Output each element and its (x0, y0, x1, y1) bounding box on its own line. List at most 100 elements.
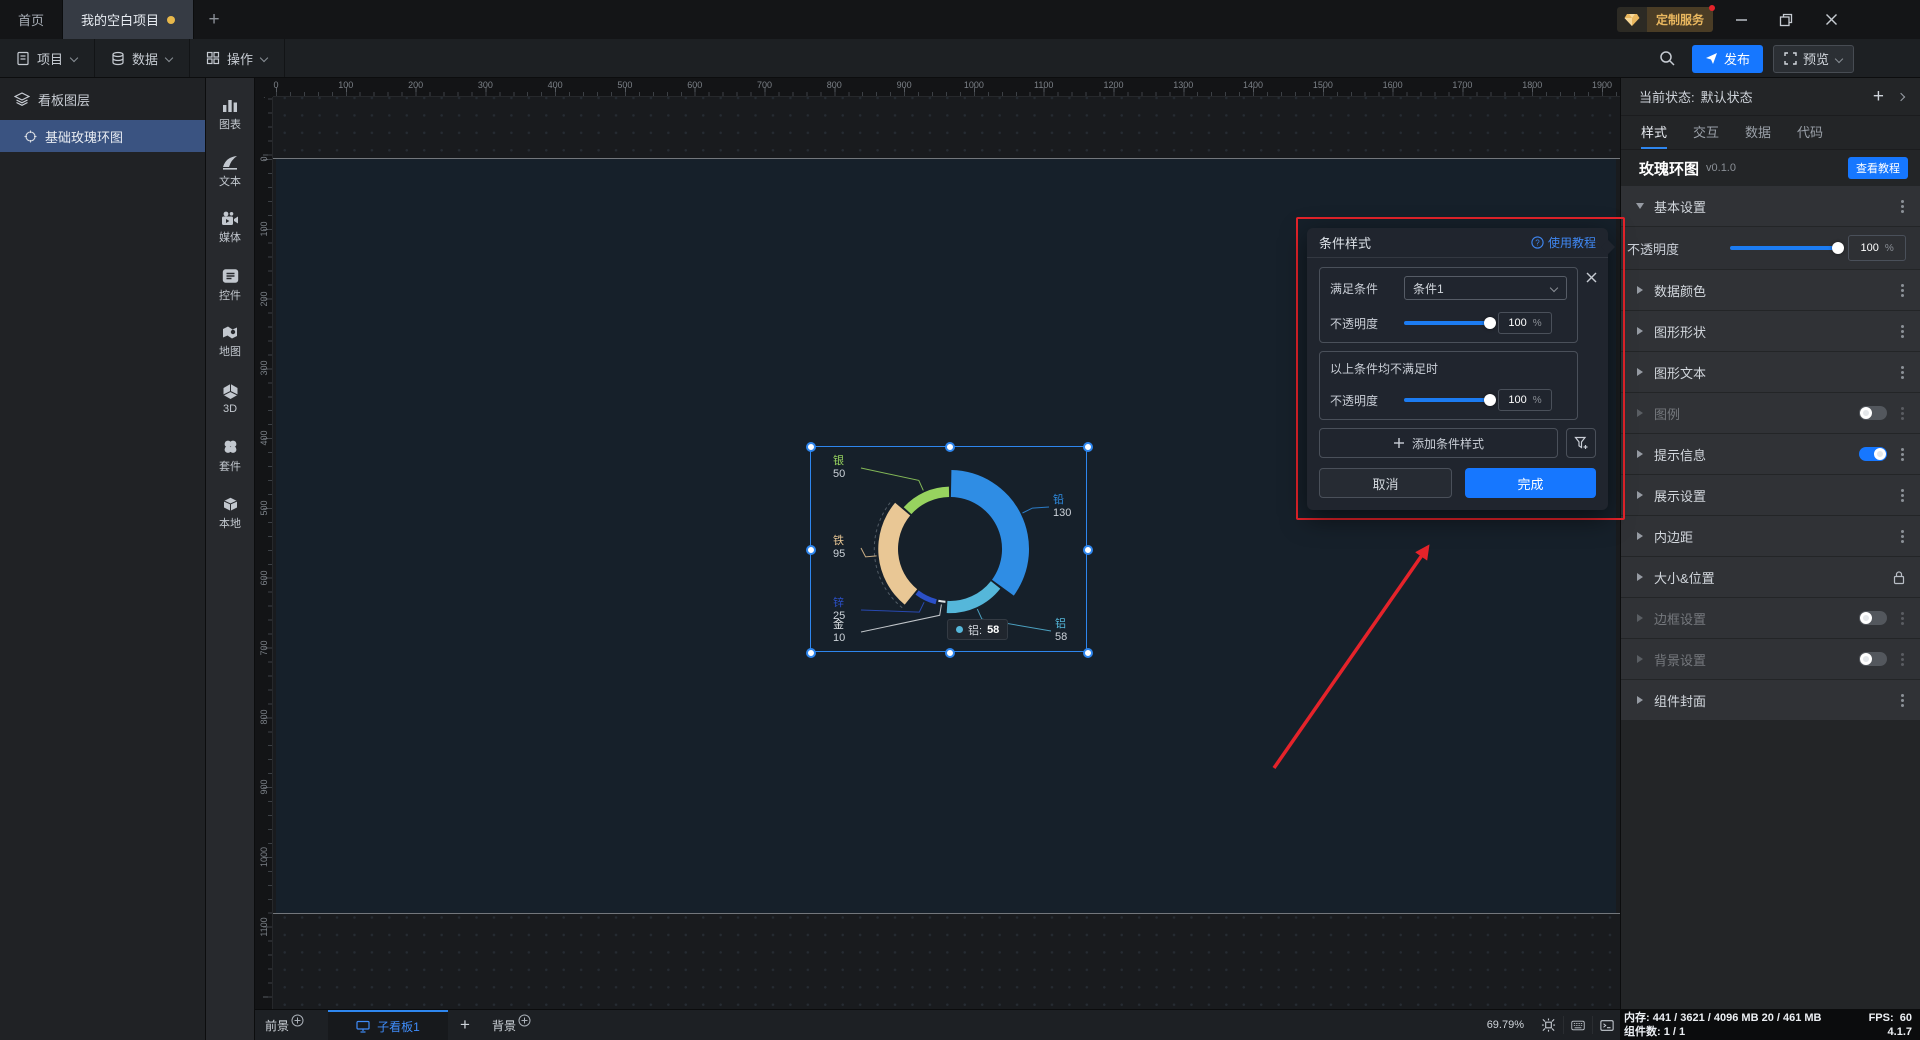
menu-project[interactable]: 项目 (0, 39, 95, 77)
tab-project[interactable]: 我的空白项目 (63, 0, 194, 39)
preview-button[interactable]: 预览 (1773, 45, 1854, 73)
window-minimize-button[interactable] (1719, 0, 1763, 39)
toolbox-item-5[interactable]: 地图 (206, 316, 254, 368)
chevron-collapsed-icon[interactable] (1637, 491, 1643, 499)
selection-handle[interactable] (806, 545, 816, 555)
settings-section-8[interactable]: 内边距 (1621, 516, 1920, 556)
settings-section-12[interactable]: 组件封面 (1621, 680, 1920, 720)
section-toggle-off[interactable] (1859, 611, 1887, 625)
selection-handle[interactable] (945, 648, 955, 658)
selection-handle[interactable] (945, 442, 955, 452)
toolbox-item-8[interactable]: 本地 (206, 487, 254, 539)
selection-handle[interactable] (1083, 648, 1093, 658)
selection-handle[interactable] (806, 648, 816, 658)
shortcut-keys-button[interactable] (1563, 1016, 1585, 1034)
filter-condition-button[interactable] (1566, 428, 1596, 458)
confirm-button[interactable]: 完成 (1465, 468, 1596, 498)
condition-select[interactable]: 条件1 (1404, 276, 1567, 300)
chevron-collapsed-icon[interactable] (1637, 655, 1643, 663)
selection-handle[interactable] (1083, 545, 1093, 555)
section-toggle-off[interactable] (1859, 652, 1887, 666)
section-toggle-off[interactable] (1859, 406, 1887, 420)
add-state-button[interactable]: + (1873, 86, 1884, 108)
settings-section-9[interactable]: 大小&位置 (1621, 557, 1920, 597)
settings-section-1[interactable]: 基本设置 (1621, 186, 1920, 226)
chevron-collapsed-icon[interactable] (1637, 409, 1643, 417)
section-menu-icon[interactable] (1899, 487, 1906, 504)
publish-button[interactable]: 发布 (1692, 45, 1763, 73)
settings-section-7[interactable]: 展示设置 (1621, 475, 1920, 515)
settings-section-11[interactable]: 背景设置 (1621, 639, 1920, 679)
board-tab-active[interactable]: 子看板1 (328, 1010, 448, 1040)
section-menu-icon[interactable] (1899, 364, 1906, 381)
section-menu-icon[interactable] (1899, 610, 1906, 627)
cancel-button[interactable]: 取消 (1319, 468, 1452, 498)
toolbox-item-3[interactable]: 媒体 (206, 202, 254, 254)
section-menu-icon[interactable] (1899, 198, 1906, 215)
chevron-collapsed-icon[interactable] (1637, 327, 1643, 335)
tab-code[interactable]: 代码 (1797, 116, 1823, 149)
section-menu-icon[interactable] (1899, 528, 1906, 545)
foreground-button[interactable]: 前景 (255, 1010, 314, 1040)
toolbox-item-1[interactable]: 图表 (206, 88, 254, 140)
opacity-slider[interactable] (1730, 246, 1838, 250)
opacity-input[interactable]: 100% (1848, 235, 1906, 261)
slider-knob[interactable] (1484, 394, 1496, 406)
console-button[interactable] (1592, 1016, 1614, 1034)
expand-states-button[interactable] (1898, 93, 1906, 101)
add-board-button[interactable]: + (448, 1015, 482, 1035)
chevron-collapsed-icon[interactable] (1637, 614, 1643, 622)
chevron-collapsed-icon[interactable] (1637, 573, 1643, 581)
toolbox-item-2[interactable]: 文本 (206, 145, 254, 197)
menu-data[interactable]: 数据 (95, 39, 190, 77)
chevron-collapsed-icon[interactable] (1637, 532, 1643, 540)
chevron-expanded-icon[interactable] (1636, 203, 1644, 209)
chevron-collapsed-icon[interactable] (1637, 696, 1643, 704)
opacity-input[interactable]: 100% (1498, 389, 1552, 411)
settings-section-5[interactable]: 图例 (1621, 393, 1920, 433)
section-menu-icon[interactable] (1899, 651, 1906, 668)
section-menu-icon[interactable] (1899, 282, 1906, 299)
chevron-collapsed-icon[interactable] (1637, 368, 1643, 376)
selection-handle[interactable] (1083, 442, 1093, 452)
opacity-slider[interactable] (1404, 321, 1490, 325)
settings-section-4[interactable]: 图形文本 (1621, 352, 1920, 392)
toolbox-item-7[interactable]: 套件 (206, 430, 254, 482)
tab-data[interactable]: 数据 (1745, 116, 1771, 149)
chevron-collapsed-icon[interactable] (1637, 450, 1643, 458)
window-maximize-button[interactable] (1764, 0, 1808, 39)
vip-service-badge[interactable]: 定制服务 (1617, 7, 1713, 32)
search-button[interactable] (1654, 45, 1682, 73)
add-condition-button[interactable]: 添加条件样式 (1319, 428, 1558, 458)
menu-operate[interactable]: 操作 (190, 39, 285, 77)
new-tab-button[interactable]: + (194, 0, 234, 39)
section-menu-icon[interactable] (1899, 446, 1906, 463)
toolbox-item-4[interactable]: 控件 (206, 259, 254, 311)
tab-style[interactable]: 样式 (1641, 116, 1667, 149)
slider-knob[interactable] (1484, 317, 1496, 329)
slider-knob[interactable] (1832, 242, 1844, 254)
section-toggle-on[interactable] (1859, 447, 1887, 461)
opacity-input[interactable]: 100% (1498, 312, 1552, 334)
zoom-level[interactable]: 69.79% (1487, 1019, 1524, 1031)
toolbox-item-6[interactable]: 3D (206, 373, 254, 425)
tab-home[interactable]: 首页 (0, 0, 63, 39)
section-menu-icon[interactable] (1899, 692, 1906, 709)
fit-view-button[interactable] (1534, 1016, 1556, 1034)
section-menu-icon[interactable] (1899, 405, 1906, 422)
settings-section-3[interactable]: 图形形状 (1621, 311, 1920, 351)
layer-item-rose-chart[interactable]: 基础玫瑰环图 (0, 120, 205, 152)
background-button[interactable]: 背景 (482, 1010, 541, 1040)
selection-handle[interactable] (806, 442, 816, 452)
chevron-collapsed-icon[interactable] (1637, 286, 1643, 294)
tab-interaction[interactable]: 交互 (1693, 116, 1719, 149)
settings-section-6[interactable]: 提示信息 (1621, 434, 1920, 474)
settings-section-2[interactable]: 数据颜色 (1621, 270, 1920, 310)
section-menu-icon[interactable] (1899, 323, 1906, 340)
settings-section-10[interactable]: 边框设置 (1621, 598, 1920, 638)
window-close-button[interactable] (1809, 0, 1853, 39)
opacity-slider[interactable] (1404, 398, 1490, 402)
help-link[interactable]: ? 使用教程 (1531, 234, 1596, 251)
view-tutorial-button[interactable]: 查看教程 (1848, 157, 1908, 179)
remove-condition-button[interactable] (1584, 270, 1598, 284)
